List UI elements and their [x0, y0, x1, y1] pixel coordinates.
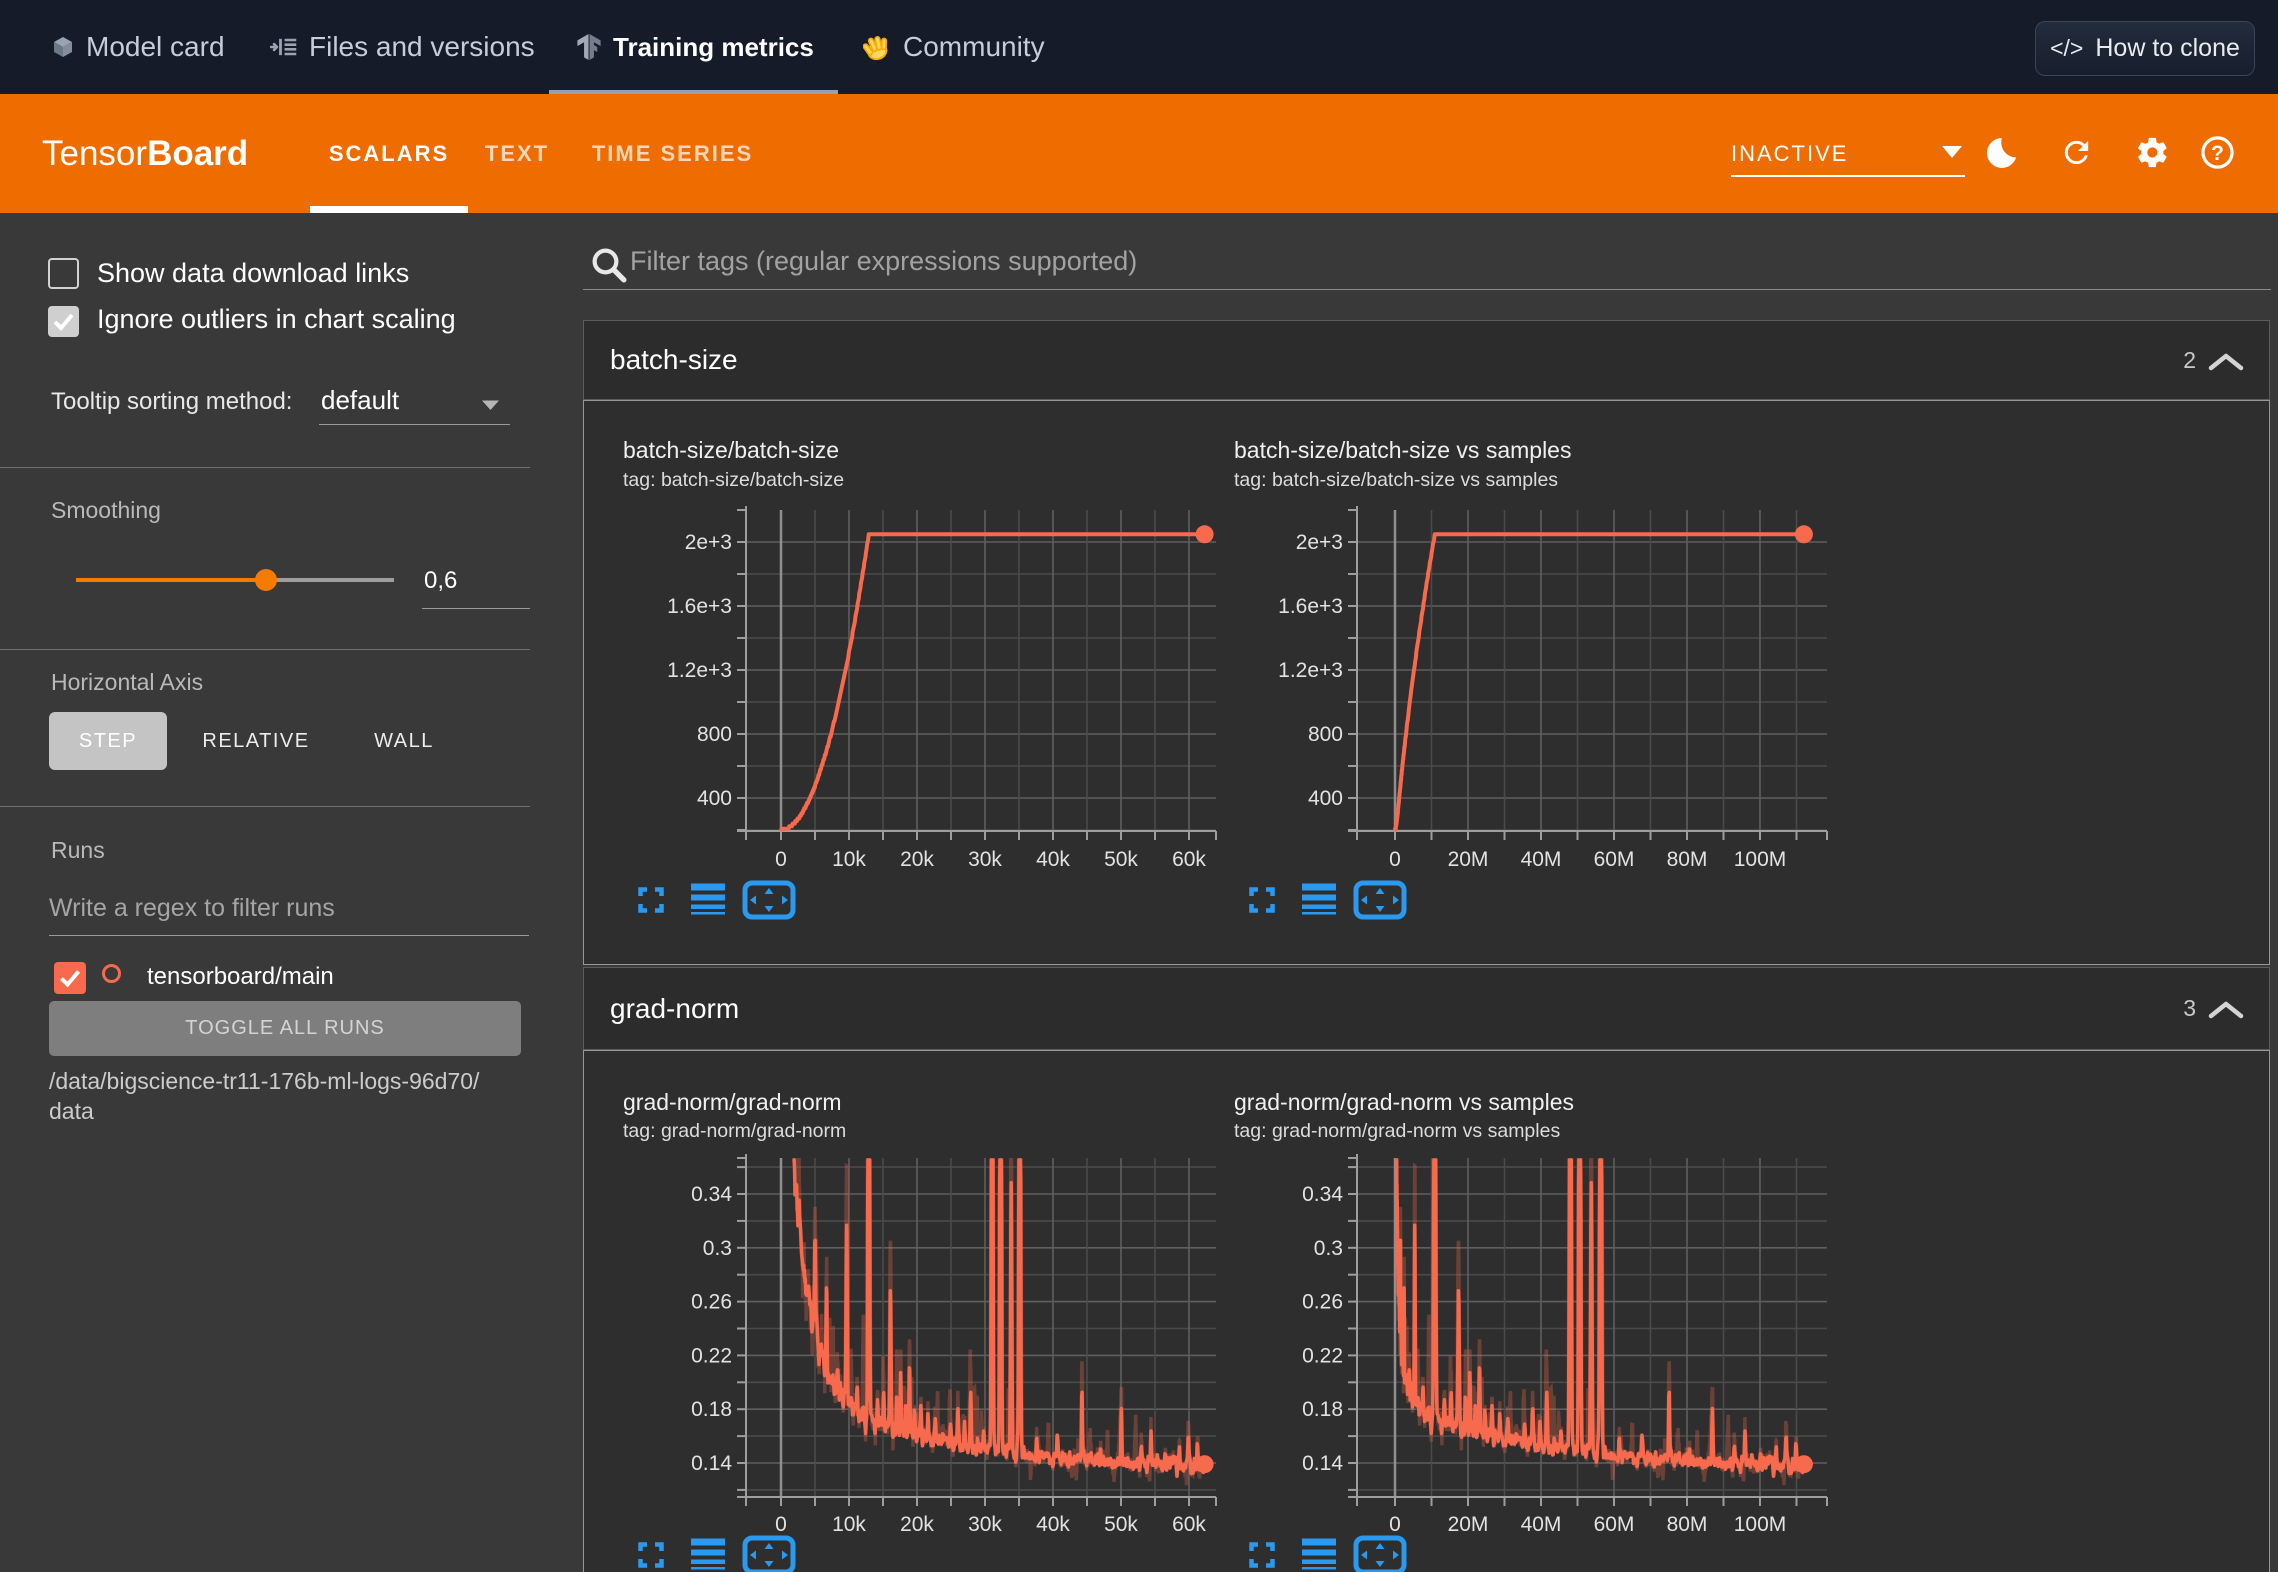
svg-text:50k: 50k: [1104, 1513, 1138, 1536]
svg-text:1.2e+3: 1.2e+3: [1278, 659, 1343, 682]
svg-text:0: 0: [775, 1513, 787, 1536]
svg-text:batch-size/batch-size: batch-size/batch-size: [623, 437, 839, 463]
svg-text:80M: 80M: [1667, 848, 1708, 871]
svg-text:60M: 60M: [1594, 848, 1635, 871]
svg-text:0.26: 0.26: [691, 1291, 732, 1314]
svg-text:20k: 20k: [900, 1513, 934, 1536]
svg-text:0: 0: [1389, 848, 1401, 871]
svg-text:60k: 60k: [1172, 848, 1206, 871]
svg-text:1.6e+3: 1.6e+3: [1278, 595, 1343, 618]
svg-text:0: 0: [775, 848, 787, 871]
svg-text:40M: 40M: [1521, 1513, 1562, 1536]
svg-text:1.6e+3: 1.6e+3: [667, 595, 732, 618]
svg-text:40k: 40k: [1036, 848, 1070, 871]
svg-text:40M: 40M: [1521, 848, 1562, 871]
svg-text:0.3: 0.3: [703, 1237, 732, 1260]
svg-text:0.18: 0.18: [691, 1398, 732, 1421]
svg-text:0.34: 0.34: [1302, 1183, 1343, 1206]
svg-text:1.2e+3: 1.2e+3: [667, 659, 732, 682]
svg-text:0.22: 0.22: [691, 1344, 732, 1367]
svg-text:0.14: 0.14: [691, 1452, 732, 1475]
svg-text:2e+3: 2e+3: [685, 531, 732, 554]
svg-text:100M: 100M: [1734, 848, 1787, 871]
svg-text:tag: batch-size/batch-size: tag: batch-size/batch-size: [623, 469, 844, 491]
svg-text:0.34: 0.34: [691, 1183, 732, 1206]
svg-text:400: 400: [697, 787, 732, 810]
svg-text:grad-norm/grad-norm: grad-norm/grad-norm: [623, 1089, 842, 1115]
svg-text:10k: 10k: [832, 848, 866, 871]
svg-text:0.3: 0.3: [1314, 1237, 1343, 1260]
svg-text:tag: grad-norm/grad-norm vs sa: tag: grad-norm/grad-norm vs samples: [1234, 1120, 1560, 1142]
svg-text:grad-norm/grad-norm vs samples: grad-norm/grad-norm vs samples: [1234, 1089, 1574, 1115]
svg-text:batch-size/batch-size vs sampl: batch-size/batch-size vs samples: [1234, 437, 1571, 463]
svg-text:10k: 10k: [832, 1513, 866, 1536]
svg-text:0: 0: [1389, 1513, 1401, 1536]
svg-text:100M: 100M: [1734, 1513, 1787, 1536]
svg-text:40k: 40k: [1036, 1513, 1070, 1536]
svg-text:0.18: 0.18: [1302, 1398, 1343, 1421]
svg-text:0.22: 0.22: [1302, 1344, 1343, 1367]
svg-text:0.26: 0.26: [1302, 1291, 1343, 1314]
svg-text:20k: 20k: [900, 848, 934, 871]
svg-text:2e+3: 2e+3: [1296, 531, 1343, 554]
svg-text:80M: 80M: [1667, 1513, 1708, 1536]
svg-text:tag: batch-size/batch-size vs: tag: batch-size/batch-size vs samples: [1234, 469, 1558, 491]
svg-text:0.14: 0.14: [1302, 1452, 1343, 1475]
svg-text:tag: grad-norm/grad-norm: tag: grad-norm/grad-norm: [623, 1120, 846, 1142]
svg-text:800: 800: [1308, 723, 1343, 746]
svg-text:400: 400: [1308, 787, 1343, 810]
svg-text:20M: 20M: [1448, 848, 1489, 871]
svg-text:800: 800: [697, 723, 732, 746]
svg-text:60k: 60k: [1172, 1513, 1206, 1536]
svg-text:50k: 50k: [1104, 848, 1138, 871]
svg-text:20M: 20M: [1448, 1513, 1489, 1536]
svg-text:60M: 60M: [1594, 1513, 1635, 1536]
svg-text:30k: 30k: [968, 1513, 1002, 1536]
svg-text:30k: 30k: [968, 848, 1002, 871]
